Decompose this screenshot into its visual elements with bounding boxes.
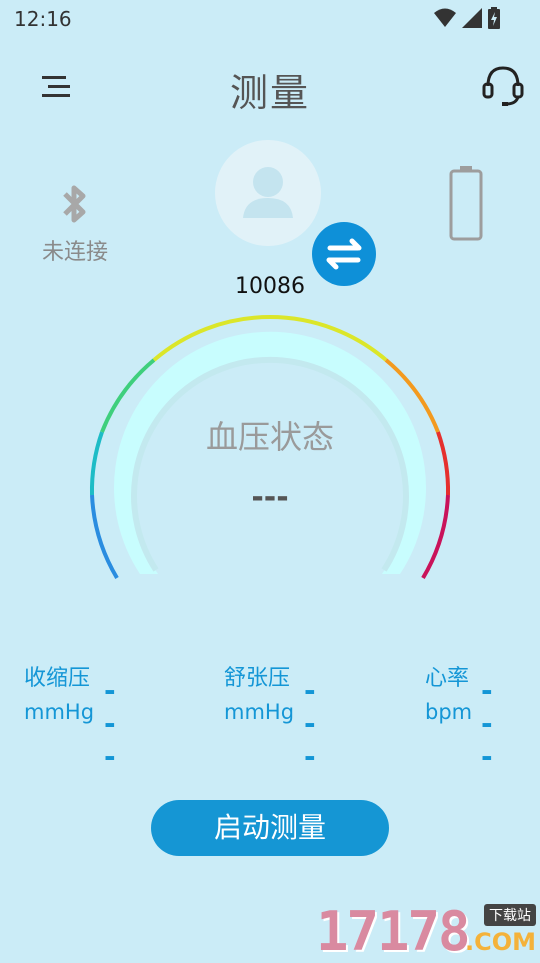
page-title: 测量 [229, 71, 310, 115]
metric-name: 心率 [425, 666, 470, 691]
watermark-suffix: .COM [464, 928, 536, 956]
gauge-segment-crimson [421, 494, 450, 580]
metric-unit: mmHg [24, 700, 95, 724]
bluetooth-label: 未连接 [41, 240, 108, 265]
metric-heart-rate: 心率 bpm --- [425, 660, 493, 773]
wifi-icon [434, 8, 456, 27]
status-battery-icon [488, 7, 500, 29]
metric-value: --- [104, 674, 117, 773]
headset-icon [482, 66, 524, 106]
header: 测量 [0, 52, 540, 122]
user-icon [243, 167, 293, 218]
watermark: 17178 下载站 .COM [316, 898, 540, 963]
status-bar: 12:16 [0, 0, 540, 36]
gauge-value: --- [251, 480, 289, 515]
start-measurement-button[interactable]: 启动测量 [151, 800, 389, 856]
gauge-segment-red [436, 431, 451, 496]
metric-systolic: 收缩压 mmHg --- [24, 660, 116, 773]
bluetooth-status[interactable]: 未连接 [36, 182, 114, 266]
avatar[interactable] [215, 140, 321, 246]
metric-value: --- [481, 674, 494, 773]
metric-unit: mmHg [224, 700, 295, 724]
metric-name: 收缩压 [24, 666, 91, 691]
metric-name: 舒张压 [224, 666, 291, 691]
metric-value: --- [304, 674, 317, 773]
watermark-tag: 下载站 [484, 904, 536, 926]
device-battery [448, 166, 484, 242]
metric-diastolic: 舒张压 mmHg --- [224, 660, 316, 773]
support-button[interactable] [480, 62, 526, 108]
battery-icon [449, 166, 483, 241]
status-icons [434, 7, 500, 29]
gauge-segment-teal [89, 431, 104, 496]
user-id: 10086 [235, 274, 305, 299]
gauge-segment-blue [90, 494, 119, 580]
metric-unit: bpm [425, 700, 473, 724]
watermark-digits: 17178 [316, 900, 471, 963]
gauge-status-label: 血压状态 [205, 418, 334, 456]
bluetooth-icon [63, 185, 86, 223]
status-time: 12:16 [14, 7, 72, 31]
signal-icon [462, 8, 482, 28]
